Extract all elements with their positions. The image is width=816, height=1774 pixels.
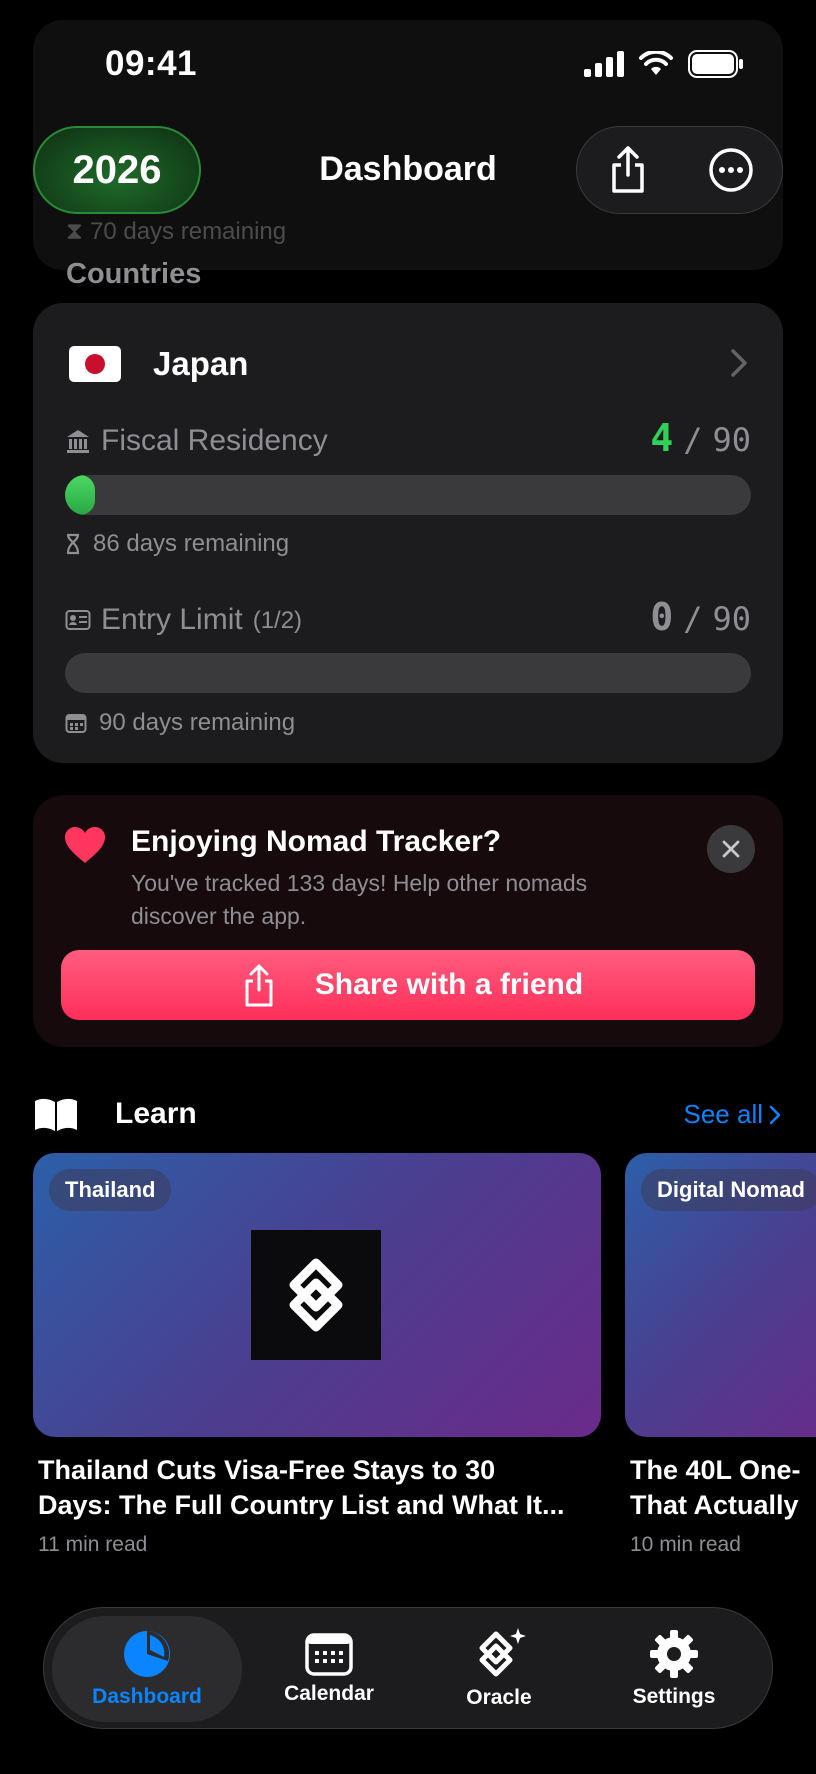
entry-limit-label: Entry Limit (1/2) (65, 603, 302, 637)
signal-icon (584, 51, 624, 77)
fiscal-residency-row: Fiscal Residency 4/90 (65, 416, 751, 466)
promo-title: Enjoying Nomad Tracker? (131, 825, 502, 858)
see-all-link[interactable]: See all (684, 1099, 782, 1130)
calendar-icon (305, 1633, 353, 1676)
hourglass-icon (65, 533, 81, 555)
countries-section-label: Countries (66, 258, 202, 290)
tab-settings[interactable]: Settings (599, 1608, 749, 1730)
wifi-icon (639, 51, 673, 75)
share-with-friend-button[interactable]: Share with a friend (61, 950, 755, 1020)
chevron-right-icon (769, 1105, 781, 1124)
article-image: Digital Nomad (625, 1153, 816, 1437)
article-read-time: 11 min read (38, 1533, 148, 1556)
promo-body: You've tracked 133 days! Help other noma… (131, 870, 588, 929)
tab-calendar[interactable]: Calendar (254, 1608, 404, 1730)
article-tag: Thailand (49, 1169, 172, 1211)
tab-label: Settings (632, 1685, 716, 1708)
share-icon (245, 964, 273, 1007)
pie-chart-icon (124, 1631, 170, 1677)
heart-icon (65, 827, 105, 863)
share-icon (612, 146, 644, 193)
close-icon (722, 840, 740, 858)
country-card[interactable]: Japan Fiscal Residency 4/90 86 days rema… (33, 303, 783, 763)
article-read-time: 10 min read (630, 1533, 741, 1556)
article-card[interactable]: Digital Nomad The 40L One- That Actually… (625, 1153, 816, 1573)
article-tag: Digital Nomad (641, 1169, 816, 1211)
oracle-logo-icon (251, 1230, 381, 1360)
promo-close-button[interactable] (707, 825, 755, 873)
ellipsis-icon (709, 148, 753, 192)
japan-flag-icon (69, 346, 121, 382)
entry-limit-progress (65, 653, 751, 693)
status-time: 09:41 (105, 44, 198, 83)
id-card-icon (65, 609, 91, 631)
country-name: Japan (153, 345, 249, 382)
article-title: Thailand Cuts Visa-Free Stays to 30 Days… (38, 1455, 565, 1520)
country-header[interactable]: Japan (69, 339, 749, 389)
tab-label: Calendar (284, 1682, 374, 1705)
fiscal-residency-value: 4/90 (650, 416, 751, 460)
fiscal-residency-label: Fiscal Residency (65, 424, 328, 458)
header-actions (576, 126, 783, 214)
tab-dashboard[interactable]: Dashboard (52, 1616, 242, 1722)
gear-icon (650, 1630, 698, 1678)
share-button[interactable] (588, 130, 668, 210)
promo-card: Enjoying Nomad Tracker? You've tracked 1… (33, 795, 783, 1047)
ghost-remaining-text: ⧗ 70 days remaining (66, 218, 287, 245)
share-button-label: Share with a friend (314, 968, 584, 1001)
entry-limit-row: Entry Limit (1/2) 0/90 (65, 595, 751, 645)
status-bar: 09:41 (0, 0, 816, 120)
article-image: Thailand (33, 1153, 601, 1437)
learn-title: Learn (115, 1097, 197, 1130)
chevron-right-icon (731, 349, 747, 377)
tab-label: Oracle (466, 1686, 532, 1709)
status-icons (584, 50, 744, 78)
battery-icon (688, 50, 743, 78)
entry-limit-value: 0/90 (650, 595, 751, 639)
tab-label: Dashboard (92, 1685, 202, 1708)
more-button[interactable] (691, 130, 771, 210)
oracle-icon (479, 1628, 526, 1677)
tab-bar: Dashboard Calendar Oracle Settings (43, 1607, 773, 1729)
article-title: The 40L One- That Actually (630, 1455, 801, 1520)
entry-remaining: 90 days remaining (65, 709, 295, 737)
book-icon (35, 1098, 77, 1131)
bank-icon (65, 428, 91, 454)
fiscal-residency-progress (65, 475, 751, 515)
fiscal-residency-progress-fill (65, 475, 96, 515)
calendar-small-icon (65, 712, 87, 734)
learn-header: Learn See all (33, 1095, 783, 1135)
fiscal-remaining: 86 days remaining (65, 530, 289, 558)
tab-oracle[interactable]: Oracle (424, 1608, 574, 1730)
